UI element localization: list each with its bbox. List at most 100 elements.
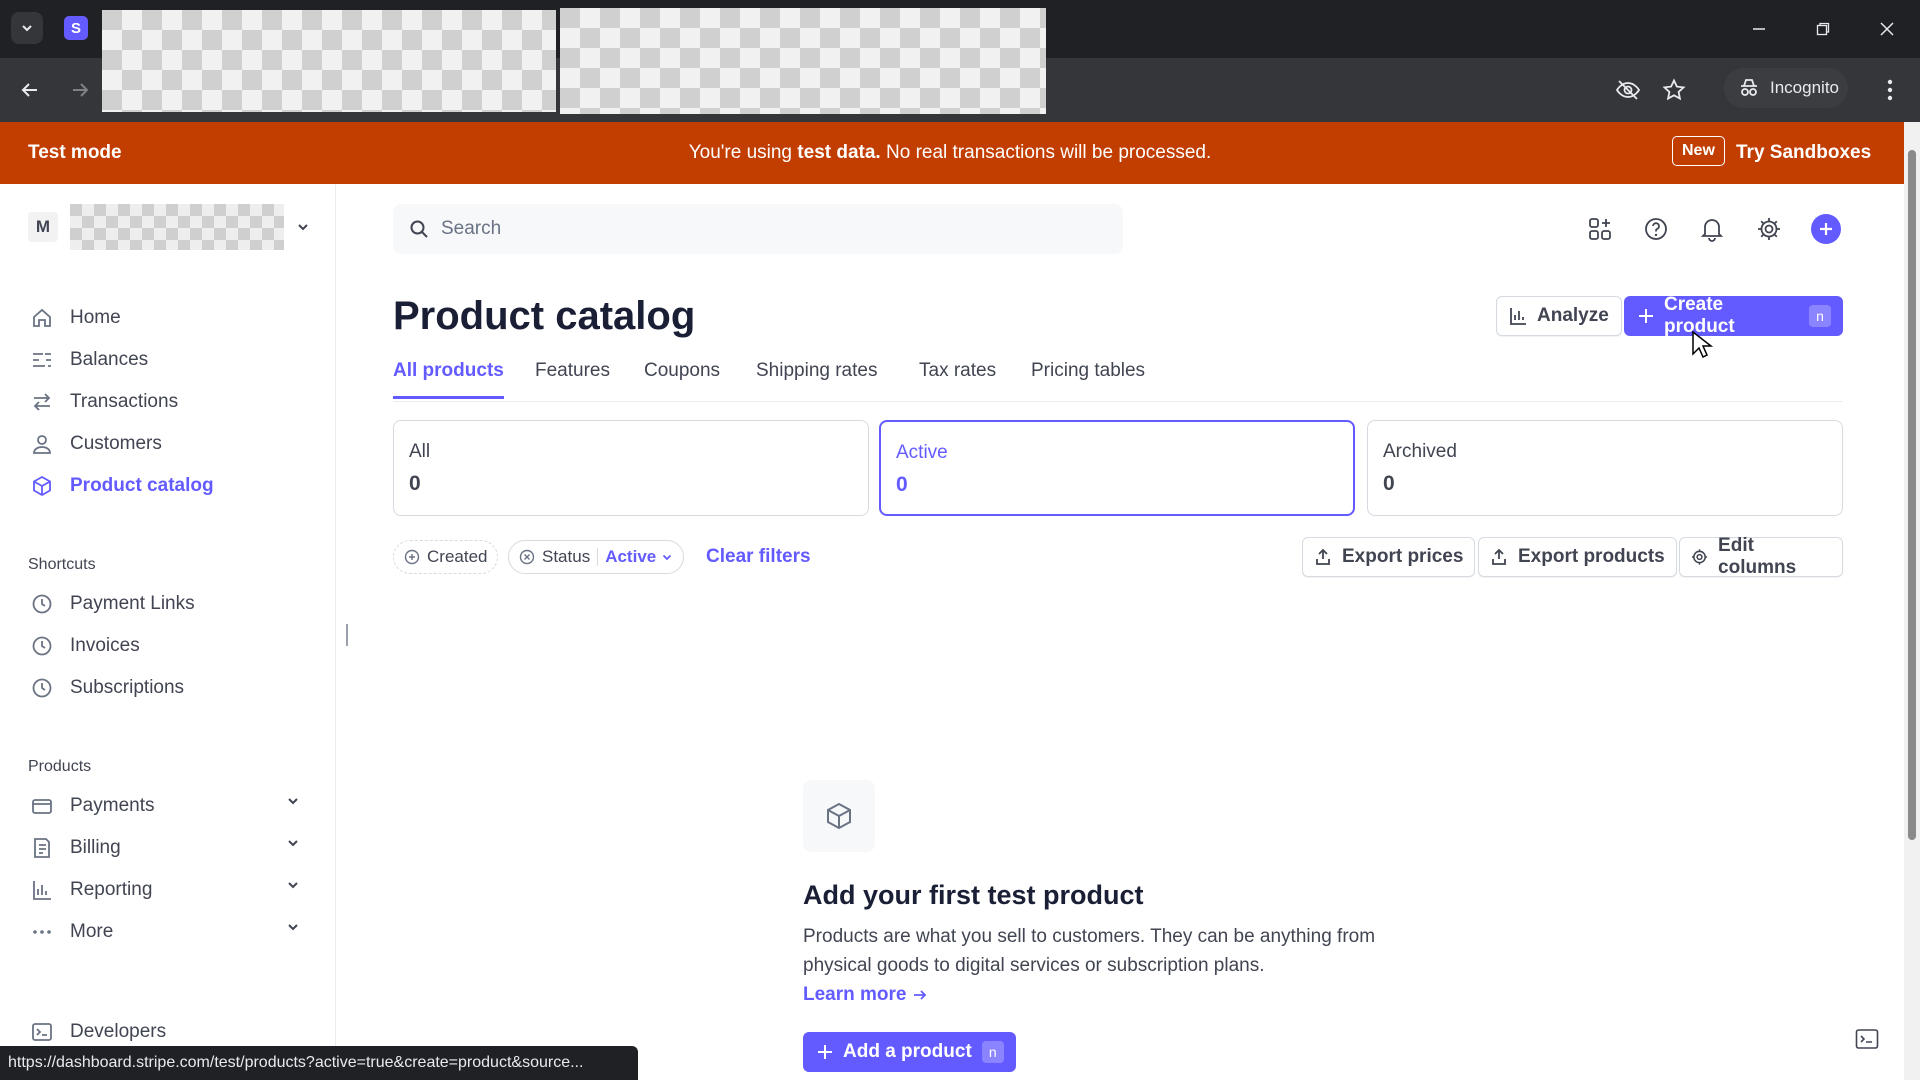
- learn-more-label: Learn more: [803, 984, 907, 1005]
- sidebar-item-label: Payments: [70, 795, 155, 816]
- tab-shipping-rates[interactable]: Shipping rates: [756, 360, 877, 396]
- create-new-button[interactable]: [1811, 214, 1841, 244]
- sidebar-item-label: More: [70, 921, 114, 942]
- catalog-tabs: All products Features Coupons Shipping r…: [393, 360, 1843, 402]
- arrow-right-icon: [73, 83, 89, 97]
- eye-off-icon: [1615, 80, 1641, 100]
- sidebar-item-invoices[interactable]: Invoices: [30, 628, 310, 664]
- sidebar-item-reporting[interactable]: Reporting: [30, 872, 310, 908]
- help-button[interactable]: [1641, 214, 1671, 244]
- account-switcher[interactable]: M: [28, 204, 310, 250]
- bar-chart-icon: [1510, 308, 1526, 325]
- restore-button[interactable]: [1808, 14, 1838, 44]
- account-avatar: M: [28, 212, 58, 242]
- back-button[interactable]: [14, 74, 46, 106]
- status-card-label: Archived: [1383, 441, 1457, 462]
- analyze-button[interactable]: Analyze: [1496, 296, 1622, 336]
- settings-button[interactable]: [1754, 214, 1784, 244]
- developer-shell-button[interactable]: [1852, 1024, 1882, 1054]
- keyboard-shortcut-badge: n: [981, 1041, 1004, 1063]
- main-content: Search Product catalog Analyze Create pr…: [393, 184, 1843, 1080]
- status-card-count: 0: [896, 473, 908, 496]
- status-filter[interactable]: Status Active: [508, 540, 685, 574]
- apps-button[interactable]: [1585, 214, 1615, 244]
- plus-circle-icon: [404, 549, 420, 565]
- dashboard-app: M Home Balances Transactions Customers P…: [0, 184, 1904, 1080]
- created-filter-label: Created: [427, 547, 488, 566]
- sidebar-item-home[interactable]: Home: [30, 300, 310, 336]
- remove-filter-icon[interactable]: [519, 549, 535, 565]
- bell-icon: [1700, 219, 1724, 242]
- terminal-icon: [1855, 1029, 1879, 1049]
- export-products-button[interactable]: Export products: [1478, 537, 1677, 577]
- tracking-protection-button[interactable]: [1612, 74, 1644, 106]
- status-card-count: 0: [1383, 472, 1395, 495]
- sidebar-item-label: Developers: [70, 1021, 167, 1042]
- export-prices-button[interactable]: Export prices: [1302, 537, 1476, 577]
- sidebar-item-balances[interactable]: Balances: [30, 342, 310, 378]
- sidebar-item-payments[interactable]: Payments: [30, 788, 310, 824]
- edit-columns-button[interactable]: Edit columns: [1679, 535, 1843, 578]
- status-card-all[interactable]: All 0: [393, 420, 869, 516]
- sidebar-item-product-catalog[interactable]: Product catalog: [30, 468, 310, 504]
- scrollbar-thumb[interactable]: [1908, 150, 1916, 840]
- incognito-indicator[interactable]: Incognito: [1724, 68, 1848, 108]
- sidebar-item-transactions[interactable]: Transactions: [30, 384, 310, 420]
- sidebar-item-payment-links[interactable]: Payment Links: [30, 586, 310, 622]
- payments-icon: [30, 794, 54, 818]
- bookmark-button[interactable]: [1658, 74, 1690, 106]
- chevron-down-icon: [288, 840, 298, 847]
- product-box-icon: [827, 802, 851, 830]
- sidebar-item-customers[interactable]: Customers: [30, 426, 310, 462]
- tab-coupons[interactable]: Coupons: [644, 360, 720, 396]
- status-card-archived[interactable]: Archived 0: [1367, 420, 1843, 516]
- browser-menu-button[interactable]: [1874, 74, 1906, 106]
- tab-tax-rates[interactable]: Tax rates: [919, 360, 996, 396]
- sidebar-item-billing[interactable]: Billing: [30, 830, 310, 866]
- clear-filters-link[interactable]: Clear filters: [706, 546, 811, 568]
- close-window-button[interactable]: [1872, 14, 1902, 44]
- sidebar: M Home Balances Transactions Customers P…: [0, 184, 336, 1080]
- created-filter[interactable]: Created: [393, 540, 499, 574]
- sidebar-item-developers[interactable]: Developers: [30, 1014, 310, 1050]
- add-product-button[interactable]: Add a product n: [803, 1032, 1016, 1072]
- notifications-button[interactable]: [1697, 214, 1727, 244]
- clock-icon: [30, 592, 54, 616]
- clock-icon: [30, 676, 54, 700]
- forward-button[interactable]: [64, 74, 96, 106]
- page-scrollbar[interactable]: [1904, 122, 1920, 1080]
- tab-pricing-tables[interactable]: Pricing tables: [1031, 360, 1145, 396]
- redacted-tab[interactable]: [102, 10, 556, 112]
- create-product-button[interactable]: Create product n: [1624, 294, 1843, 337]
- customers-icon: [30, 432, 54, 456]
- plus-icon: [1638, 309, 1653, 323]
- tab-search-button[interactable]: [11, 12, 43, 44]
- status-card-label: Active: [896, 442, 948, 463]
- status-filter-value[interactable]: Active: [605, 547, 673, 567]
- sidebar-item-subscriptions[interactable]: Subscriptions: [30, 670, 310, 706]
- chevron-down-icon: [288, 924, 298, 931]
- minimize-button[interactable]: [1744, 14, 1774, 44]
- balances-icon: [30, 348, 54, 372]
- sidebar-item-label: Customers: [70, 433, 162, 454]
- redacted-address-bar[interactable]: [560, 8, 1046, 114]
- sidebar-item-more[interactable]: More: [30, 914, 310, 950]
- sidebar-resize-handle[interactable]: [346, 624, 348, 646]
- message-prefix: You're using: [688, 142, 798, 163]
- filter-separator: [597, 548, 599, 566]
- empty-state-icon-tile: [803, 780, 875, 852]
- status-card-active[interactable]: Active 0: [879, 420, 1355, 516]
- search-bar[interactable]: Search: [393, 204, 1123, 254]
- plus-icon: [818, 1045, 832, 1059]
- chevron-down-icon: [298, 224, 308, 231]
- tab-features[interactable]: Features: [535, 360, 610, 396]
- status-card-label: All: [409, 441, 431, 462]
- tab-all-products[interactable]: All products: [393, 360, 504, 399]
- chevron-down-icon: [22, 25, 32, 32]
- learn-more-link[interactable]: Learn more: [803, 984, 928, 1006]
- new-badge: New: [1672, 136, 1725, 166]
- chevron-down-icon: [288, 798, 298, 805]
- chevron-down-icon: [663, 554, 672, 561]
- try-sandboxes-link[interactable]: Try Sandboxes: [1736, 142, 1871, 164]
- browser-chrome: S Incognito: [0, 0, 1920, 122]
